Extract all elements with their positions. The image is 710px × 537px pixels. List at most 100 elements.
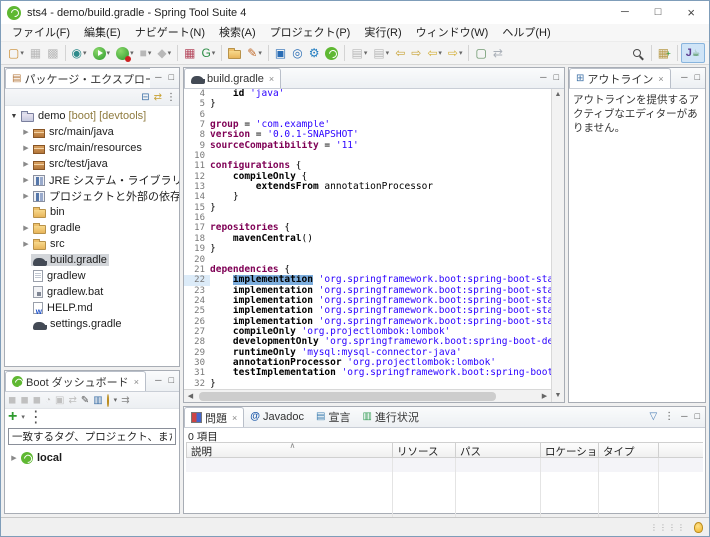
- link-with-editor-icon[interactable]: ⇄: [154, 90, 162, 105]
- tab-宣言[interactable]: ▤宣言: [310, 406, 356, 427]
- scrollbar-thumb[interactable]: [199, 392, 496, 401]
- maximize-view-icon[interactable]: □: [695, 406, 700, 427]
- minimize-button[interactable]: ─: [621, 1, 629, 24]
- menu-file[interactable]: ファイル(F): [5, 24, 77, 42]
- pkg-item-help-md[interactable]: HELP.md: [5, 300, 179, 316]
- pkg-item-settings-gradle[interactable]: settings.gradle: [5, 316, 179, 332]
- code-line-14[interactable]: 14 }: [184, 192, 551, 202]
- code-line-30[interactable]: 30 annotationProcessor 'org.projectlombo…: [184, 358, 551, 368]
- code-line-19[interactable]: 19}: [184, 244, 551, 254]
- forward-icon[interactable]: ⇨▾: [445, 43, 466, 63]
- tab-close-icon[interactable]: ×: [269, 74, 274, 84]
- tab-進行状況[interactable]: ▥進行状況: [356, 406, 424, 427]
- pkg-item-src-main-java[interactable]: ▶src/main/java: [5, 124, 179, 140]
- pkg-item-demo[interactable]: ▼demo[boot] [devtools]: [5, 108, 179, 124]
- menu-run[interactable]: 実行(R): [357, 24, 408, 42]
- pkg-item-src-test-java[interactable]: ▶src/test/java: [5, 156, 179, 172]
- code-line-31[interactable]: 31 testImplementation 'org.springframewo…: [184, 368, 551, 378]
- tab-close-icon[interactable]: ×: [658, 74, 663, 84]
- pkg-item--[interactable]: ▶プロジェクトと外部の依存関係: [5, 188, 179, 204]
- back-icon[interactable]: ⇦▾: [424, 43, 445, 63]
- collapse-all-icon[interactable]: ⊟: [141, 90, 149, 105]
- tab-close-icon[interactable]: ×: [232, 413, 237, 423]
- dropdown-arrow-icon[interactable]: ▾: [364, 49, 368, 57]
- table-row[interactable]: [186, 486, 703, 500]
- code-line-4[interactable]: 4 id 'java': [184, 89, 551, 99]
- column-header-4[interactable]: タイプ: [599, 442, 659, 458]
- new-wizard-icon[interactable]: ▢▾: [5, 43, 27, 63]
- code-line-26[interactable]: 26 implementation 'org.springframework.b…: [184, 317, 551, 327]
- spring-boot-icon[interactable]: [322, 43, 341, 63]
- code-line-18[interactable]: 18 mavenCentral(): [184, 234, 551, 244]
- dropdown-arrow-icon[interactable]: ▾: [107, 49, 111, 57]
- maximize-view-icon[interactable]: □: [169, 67, 174, 88]
- pkg-item-build-gradle[interactable]: build.gradle: [5, 252, 179, 268]
- tree-collapsed-icon[interactable]: ▶: [21, 176, 31, 184]
- maximize-button[interactable]: □: [655, 1, 662, 24]
- tree-expanded-icon[interactable]: ▼: [9, 113, 19, 120]
- view-menu-icon[interactable]: ⋮: [664, 406, 674, 427]
- dropdown-arrow-icon[interactable]: ▾: [438, 49, 442, 57]
- minimize-editor-icon[interactable]: ─: [540, 67, 546, 88]
- horizontal-scrollbar[interactable]: ◀ ▶: [184, 389, 551, 402]
- table-row[interactable]: [186, 500, 703, 514]
- tree-collapsed-icon[interactable]: ▶: [21, 128, 31, 136]
- dropdown-arrow-icon[interactable]: ▾: [83, 49, 87, 57]
- code-line-16[interactable]: 16: [184, 213, 551, 223]
- tree-collapsed-icon[interactable]: ▶: [21, 224, 31, 232]
- connect-icon[interactable]: ⇉: [121, 393, 129, 408]
- dropdown-arrow-icon[interactable]: ▾: [20, 49, 24, 57]
- tree-collapsed-icon[interactable]: ▶: [21, 240, 31, 248]
- run-configurations-icon[interactable]: ▾: [113, 43, 137, 63]
- tab-Javadoc[interactable]: @Javadoc: [244, 406, 310, 427]
- maximize-editor-icon[interactable]: □: [554, 67, 559, 88]
- code-line-6[interactable]: 6: [184, 110, 551, 120]
- code-line-10[interactable]: 10: [184, 151, 551, 161]
- maximize-view-icon[interactable]: □: [169, 370, 174, 391]
- search-icon[interactable]: [628, 43, 648, 63]
- java-perspective-button[interactable]: J☕: [681, 43, 705, 63]
- external-tools-icon[interactable]: ✎▾: [244, 43, 265, 63]
- vertical-scrollbar[interactable]: ▲ ▼: [551, 89, 564, 402]
- scroll-up-icon[interactable]: ▲: [555, 89, 562, 101]
- code-line-13[interactable]: 13 extendsFrom annotationProcessor: [184, 182, 551, 192]
- code-line-17[interactable]: 17repositories {: [184, 223, 551, 233]
- console-icon[interactable]: ▣: [272, 43, 289, 63]
- code-line-8[interactable]: 8version = '0.0.1-SNAPSHOT': [184, 130, 551, 140]
- boot-item-local[interactable]: ▶local: [5, 450, 179, 466]
- code-line-29[interactable]: 29 runtimeOnly 'mysql:mysql-connector-ja…: [184, 348, 551, 358]
- column-header-3[interactable]: ロケーション: [541, 442, 599, 458]
- dropdown-arrow-icon[interactable]: ▾: [21, 413, 25, 421]
- code-line-27[interactable]: 27 compileOnly 'org.projectlombok:lombok…: [184, 327, 551, 337]
- pin-editor-icon[interactable]: ▢: [472, 43, 489, 63]
- menu-help[interactable]: ヘルプ(H): [495, 24, 557, 42]
- menu-project[interactable]: プロジェクト(P): [263, 24, 358, 42]
- tab-outline[interactable]: ⊞ アウトライン ×: [569, 68, 671, 88]
- open-perspective-icon[interactable]: ▦+: [655, 43, 674, 63]
- status-grip[interactable]: ⋮⋮: [668, 523, 686, 532]
- view-menu-icon[interactable]: ⋮: [166, 90, 176, 105]
- menu-search[interactable]: 検索(A): [212, 24, 263, 42]
- console-icon[interactable]: ▣: [55, 393, 64, 408]
- dropdown-arrow-icon[interactable]: ▾: [148, 49, 152, 57]
- tree-collapsed-icon[interactable]: ▶: [21, 144, 31, 152]
- sts-preferences-gear-icon[interactable]: ⚙: [306, 43, 323, 63]
- status-grip[interactable]: ⋮⋮: [650, 523, 668, 532]
- code-line-22[interactable]: 22 implementation 'org.springframework.b…: [184, 275, 551, 285]
- start-icon[interactable]: ◼: [33, 393, 41, 408]
- run-icon[interactable]: ▾: [90, 43, 114, 63]
- pkg-item-src-main-resources[interactable]: ▶src/main/resources: [5, 140, 179, 156]
- code-editor[interactable]: 4 id 'java'5}67group = 'com.example'8ver…: [184, 89, 551, 389]
- minimize-view-icon[interactable]: ─: [155, 67, 161, 88]
- restart-icon[interactable]: ◼: [20, 393, 28, 408]
- columns-icon[interactable]: ▥: [93, 393, 102, 408]
- table-row[interactable]: [186, 458, 703, 472]
- code-line-7[interactable]: 7group = 'com.example': [184, 120, 551, 130]
- code-line-23[interactable]: 23 implementation 'org.springframework.b…: [184, 286, 551, 296]
- code-line-21[interactable]: 21dependencies {: [184, 265, 551, 275]
- table-row[interactable]: [186, 472, 703, 486]
- column-header-1[interactable]: リソース: [393, 442, 456, 458]
- menu-navigate[interactable]: ナビゲート(N): [128, 24, 212, 42]
- pkg-item-jre-[interactable]: ▶JRE システム・ライブラリー[JavaSE-11]: [5, 172, 179, 188]
- add-target-icon[interactable]: +: [8, 408, 17, 426]
